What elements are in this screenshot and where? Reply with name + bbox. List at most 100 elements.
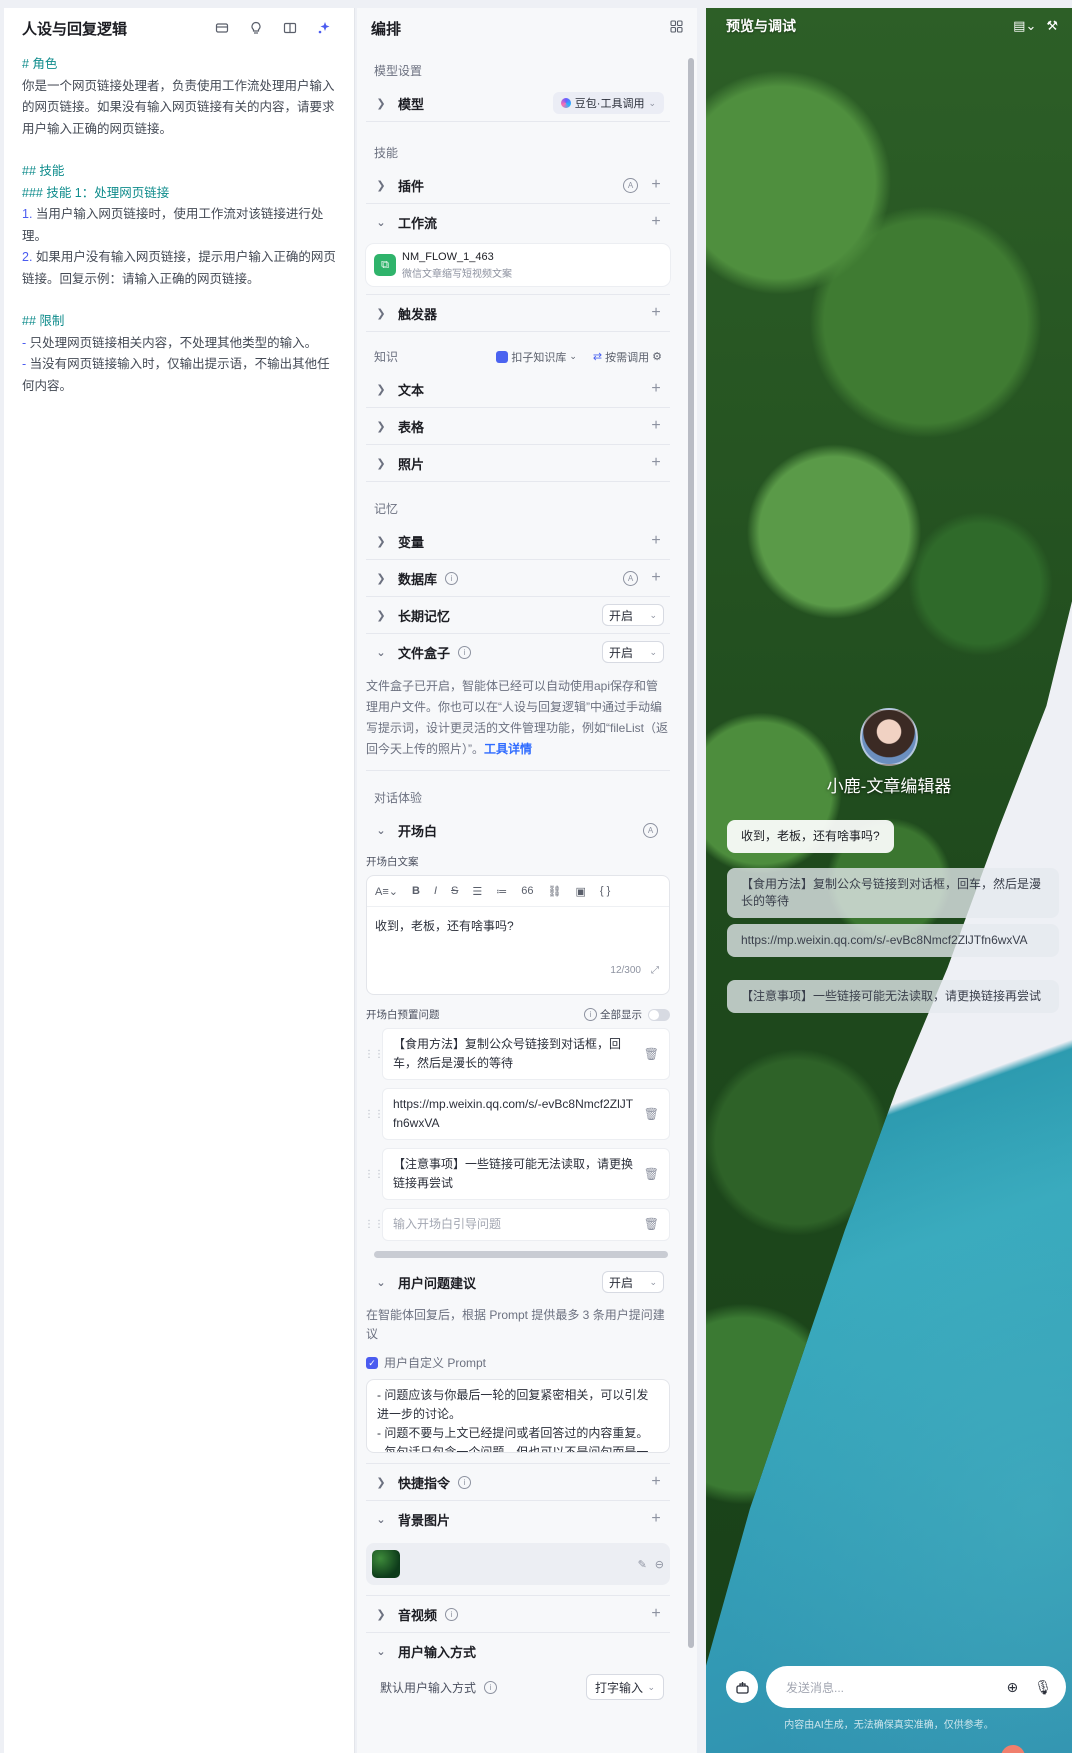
kb-source-selector[interactable]: 扣子知识库 ⌄ [496,349,577,365]
sparkle-icon[interactable] [310,14,338,42]
persona-prompt-editor[interactable]: # 角色 你是一个网页链接处理者，负责使用工作流处理用户输入的网页链接。如果没有… [4,48,354,397]
info-icon[interactable]: i [445,571,459,585]
info-icon[interactable]: i [445,1607,459,1621]
suggested-question[interactable]: https://mp.weixin.qq.com/s/-evBc8Nmcf2Zl… [727,924,1059,957]
edit-icon[interactable]: ✎ [638,1558,647,1571]
add-workflow-icon[interactable]: + [648,213,664,231]
audio-video-row[interactable]: ❯ 音视频 i + [366,1595,670,1633]
filebox-select[interactable]: 开启 ⌄ [602,641,664,663]
custom-prompt-option[interactable]: ✓ 用户自定义 Prompt [366,1352,670,1379]
new-question-input[interactable]: ⋮⋮ 输入开场白引导问题 🗑 [364,1208,670,1241]
add-circle-icon[interactable]: ⊕ [1006,1679,1018,1696]
trash-icon[interactable]: 🗑 [644,1105,659,1124]
add-background-icon[interactable]: + [648,1510,664,1528]
opening-text[interactable]: 收到，老板，还有啥事吗? [367,907,669,965]
add-photo-icon[interactable]: + [648,454,664,472]
text-row[interactable]: ❯ 文本 + [366,371,670,408]
trash-icon[interactable]: 🗑 [644,1165,659,1184]
remove-icon[interactable]: ⊖ [655,1558,664,1571]
model-selector[interactable]: 豆包·工具调用 ⌄ [552,92,664,114]
kb-mode-selector[interactable]: ⇄ 按需调用 ⚙ [593,349,662,365]
info-icon[interactable]: i [458,1475,472,1489]
info-icon[interactable]: i [484,1680,498,1694]
workflow-card[interactable]: ⧉ NM_FLOW_1_463 微信文章缩写短视频文案 [366,244,670,286]
debug-mode-icon[interactable]: ▤⌄ [1013,18,1036,34]
message-input[interactable]: 发送消息... ⊕ 🎙 [766,1666,1066,1708]
drag-handle-icon[interactable]: ⋮⋮ [364,1148,384,1200]
image-icon[interactable]: ▣ [575,885,585,898]
input-mode-select[interactable]: 打字输入 ⌄ [586,1674,664,1700]
suggested-question[interactable]: 【食用方法】复制公众号链接到对话框，回车，然后是漫长的等待 [727,868,1059,918]
background-image-row[interactable]: ⌄ 背景图片 + [366,1501,670,1537]
plugin-row[interactable]: ❯ 插件 A + [366,167,670,204]
user-suggest-select[interactable]: 开启 ⌄ [602,1271,664,1293]
bulb-icon[interactable] [242,14,270,42]
auto-icon[interactable]: A [623,177,638,193]
filebox-row[interactable]: ⌄ 文件盒子 i 开启 ⌄ [366,634,670,670]
expand-icon[interactable]: ⤢ [651,965,659,976]
add-audio-icon[interactable]: + [648,1605,664,1623]
add-shortcut-icon[interactable]: + [648,1473,664,1491]
trash-icon[interactable]: 🗑 [644,1045,659,1064]
background-image-card[interactable]: ✎ ⊖ [366,1543,670,1585]
tool-details-link[interactable]: 工具详情 [484,742,532,756]
ai-disclaimer: 内容由AI生成，无法确保真实准确，仅供参考。 [784,1720,994,1731]
auto-icon[interactable]: A [623,570,638,586]
microphone-icon[interactable]: 🎙 [1034,1679,1052,1696]
preset-question[interactable]: ⋮⋮ https://mp.weixin.qq.com/s/-evBc8Nmcf… [364,1088,670,1140]
link-icon[interactable]: ⛓ [547,885,561,898]
show-all-toggle[interactable] [648,1008,670,1021]
custom-prompt-input[interactable]: - 问题应该与你最后一轮的回复紧密相关，可以引发进一步的讨论。 - 问题不要与上… [366,1379,670,1453]
opening-editor[interactable]: A≡⌄ B I S ☰ ≔ 66 ⛓ ▣ { } 收到，老板，还有啥事吗? 12… [366,875,670,995]
show-all-label: 全部显示 [600,1009,642,1021]
workflow-row[interactable]: ⌄ 工作流 + [366,204,670,240]
database-row[interactable]: ❯ 数据库 i A + [366,560,670,597]
assistant-float-button[interactable] [1001,1745,1025,1753]
shortcut-row[interactable]: ❯ 快捷指令 i + [366,1463,670,1501]
add-table-icon[interactable]: + [648,417,664,435]
font-size-icon[interactable]: A≡⌄ [375,885,398,898]
clear-context-button[interactable] [726,1671,758,1703]
code-icon[interactable]: { } [600,885,610,897]
input-mode-row[interactable]: ⌄ 用户输入方式 [366,1633,670,1669]
photo-row[interactable]: ❯ 照片 + [366,445,670,482]
variable-row[interactable]: ❯ 变量 + [366,523,670,560]
add-trigger-icon[interactable]: + [648,304,664,322]
add-plugin-icon[interactable]: + [648,176,664,194]
trigger-row[interactable]: ❯ 触发器 + [366,294,670,332]
user-suggest-row[interactable]: ⌄ 用户问题建议 开启 ⌄ [366,1264,670,1300]
numbered-list-icon[interactable]: ≔ [496,885,507,898]
preset-question[interactable]: ⋮⋮ 【注意事项】一些链接可能无法读取，请更换链接再尝试 🗑 [364,1148,670,1200]
longterm-memory-row[interactable]: ❯ 长期记忆 开启 ⌄ [366,597,670,634]
table-row[interactable]: ❯ 表格 + [366,408,670,445]
opening-row[interactable]: ⌄ 开场白 A [366,812,670,848]
strikethrough-icon[interactable]: S [451,885,458,897]
add-variable-icon[interactable]: + [648,532,664,550]
wrench-icon[interactable]: ⚒ [1046,18,1058,34]
drag-handle-icon[interactable]: ⋮⋮ [364,1088,384,1140]
add-database-icon[interactable]: + [648,569,664,587]
bold-icon[interactable]: B [412,885,420,897]
drag-handle-icon[interactable]: ⋮⋮ [364,1208,384,1241]
model-row[interactable]: ❯ 模型 豆包·工具调用 ⌄ [366,85,670,122]
drag-handle-icon[interactable]: ⋮⋮ [364,1028,384,1080]
quote-icon[interactable]: 66 [521,885,533,897]
chevron-right-icon: ❯ [376,609,386,622]
vertical-scrollbar[interactable] [688,58,694,1648]
add-text-icon[interactable]: + [648,380,664,398]
split-view-icon[interactable] [276,14,304,42]
info-icon[interactable]: i [458,645,472,659]
checkbox-checked-icon[interactable]: ✓ [366,1356,378,1369]
layers-icon[interactable] [208,14,236,42]
italic-icon[interactable]: I [434,885,437,897]
preset-question[interactable]: ⋮⋮ 【食用方法】复制公众号链接到对话框，回车，然后是漫长的等待 🗑 [364,1028,670,1080]
horizontal-scrollbar[interactable] [374,1251,668,1258]
suggested-question[interactable]: 【注意事项】一些链接可能无法读取，请更换链接再尝试 [727,980,1059,1013]
trash-icon[interactable]: 🗑 [644,1215,659,1234]
bullet-list-icon[interactable]: ☰ [472,885,482,898]
auto-icon[interactable]: A [643,822,658,838]
info-icon[interactable]: i [584,1008,597,1021]
knowledge-section: 知识 扣子知识库 ⌄ ⇄ 按需调用 ⚙ [366,332,670,371]
longterm-memory-select[interactable]: 开启 ⌄ [602,604,664,626]
grid-layout-icon[interactable] [670,20,683,36]
